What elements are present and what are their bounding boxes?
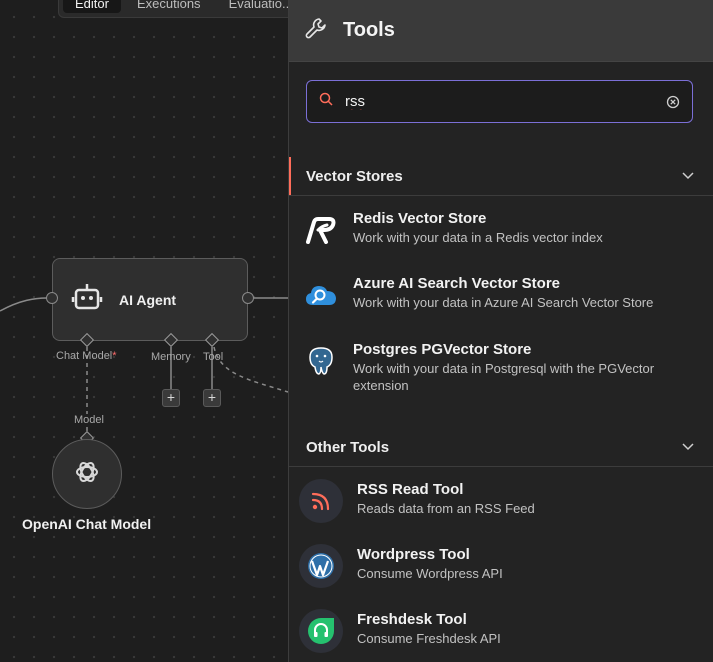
ai-agent-node[interactable]: AI Agent [52,258,248,341]
robot-icon [71,282,103,317]
add-memory-button[interactable]: + [162,389,180,407]
chevron-down-icon [682,438,694,456]
freshdesk-icon [299,609,343,653]
model-edge-label: Model [72,414,106,426]
section-other-tools[interactable]: Other Tools [289,428,713,467]
openai-icon [73,458,101,491]
panel-header: Tools [289,0,713,62]
item-title: Redis Vector Store [353,210,487,227]
tools-panel: Tools Vector Stores [288,0,713,662]
list-item-wordpress-tool[interactable]: Wordpress Tool Consume Wordpress API [289,544,713,588]
tab-executions[interactable]: Executions [125,0,213,13]
item-description: Work with your data in Postgresql with t… [353,361,655,393]
section-title: Vector Stores [306,167,403,185]
item-description: Reads data from an RSS Feed [357,501,535,516]
list-item-freshdesk-tool[interactable]: Freshdesk Tool Consume Freshdesk API [289,609,713,653]
chat-model-label: Chat Model* [56,350,117,362]
redis-icon [303,212,339,248]
list-item-rss-read-tool[interactable]: RSS Read Tool Reads data from an RSS Fee… [289,479,713,523]
wordpress-icon [299,544,343,588]
ai-agent-title: AI Agent [119,291,177,308]
search-icon [319,92,333,111]
add-tool-button[interactable]: + [203,389,221,407]
clear-search-icon[interactable] [666,95,680,109]
panel-title: Tools [343,19,395,41]
list-item-azure-ai-search-vector-store[interactable]: Azure AI Search Vector Store Work with y… [289,275,713,313]
agent-output-handle[interactable] [242,292,254,304]
rss-icon [299,479,343,523]
item-description: Consume Freshdesk API [357,631,501,646]
item-title: Postgres PGVector Store [353,341,532,358]
memory-label: Memory [151,351,191,363]
item-title: Azure AI Search Vector Store [353,275,561,292]
item-description: Work with your data in a Redis vector in… [353,230,603,245]
postgres-icon [303,343,339,379]
search-input[interactable] [345,93,654,110]
azure-search-icon [303,277,339,313]
openai-node-title: OpenAI Chat Model [22,516,152,532]
item-title: Wordpress Tool [357,546,470,563]
item-description: Consume Wordpress API [357,566,503,581]
item-title: RSS Read Tool [357,481,464,498]
wrench-icon [305,17,327,44]
section-title: Other Tools [306,438,390,456]
chevron-down-icon [682,167,694,185]
item-description: Work with your data in Azure AI Search V… [353,295,654,310]
list-item-postgres-pgvector-store[interactable]: Postgres PGVector Store Work with your d… [289,341,713,394]
tab-editor[interactable]: Editor [63,0,121,13]
list-item-redis-vector-store[interactable]: Redis Vector Store Work with your data i… [289,210,713,248]
section-vector-stores[interactable]: Vector Stores [289,157,713,196]
item-title: Freshdesk Tool [357,611,467,628]
openai-chat-model-node[interactable] [52,439,122,509]
agent-input-handle[interactable] [46,292,58,304]
editor-tabs: Editor Executions Evaluatio... [58,0,298,18]
tool-label: Tool [203,351,224,363]
node-search[interactable] [306,80,693,123]
